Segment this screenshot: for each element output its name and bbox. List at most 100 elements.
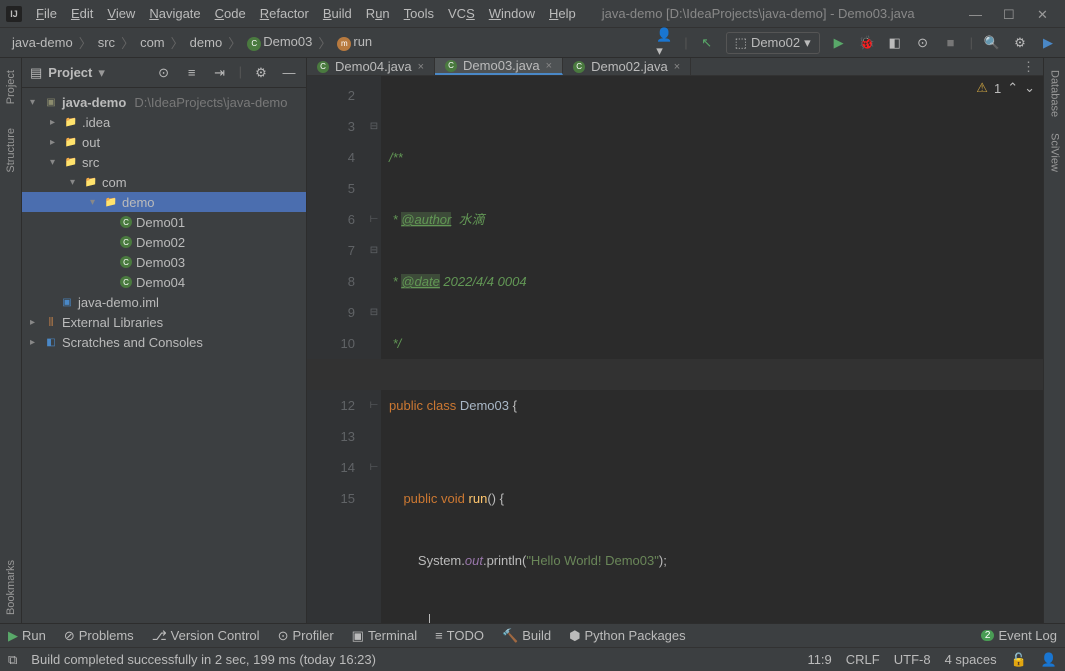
add-user-icon[interactable]: 👤▾ [656,34,674,52]
tab-demo04[interactable]: CDemo04.java× [307,58,435,75]
warning-count: 1 [994,81,1001,96]
tool-build[interactable]: 🔨Build [502,628,551,644]
warning-icon: ⚠ [976,80,988,96]
menu-tools[interactable]: Tools [398,4,440,23]
tool-terminal[interactable]: ▣Terminal [352,628,417,644]
close-icon[interactable]: ✕ [1037,7,1051,21]
run-config-selector[interactable]: ⬚ Demo02 ▾ [726,32,820,54]
status-encoding[interactable]: UTF-8 [894,652,931,667]
rail-bookmarks[interactable]: Bookmarks [5,552,17,623]
rail-project[interactable]: Project [5,62,17,112]
menu-window[interactable]: Window [483,4,541,23]
tab-close-icon[interactable]: × [418,61,424,73]
menu-navigate[interactable]: Navigate [143,4,206,23]
menu-vcs[interactable]: VCS [442,4,481,23]
tree-com[interactable]: ▾📁com [22,172,306,192]
tree-src[interactable]: ▾📁src [22,152,306,172]
titlebar: IJ File Edit View Navigate Code Refactor… [0,0,1065,28]
run-config-icon: ⬚ [735,35,747,51]
learn-icon[interactable]: ▶ [1039,34,1057,52]
project-tree: ▾▣java-demoD:\IdeaProjects\java-demo ▸📁.… [22,88,306,623]
tree-iml[interactable]: ▣java-demo.iml [22,292,306,312]
tree-out[interactable]: ▸📁out [22,132,306,152]
status-eol[interactable]: CRLF [846,652,880,667]
menu-help[interactable]: Help [543,4,582,23]
menu-code[interactable]: Code [209,4,252,23]
run-config-label: Demo02 [751,35,800,50]
tree-idea[interactable]: ▸📁.idea [22,112,306,132]
collapse-all-icon[interactable]: ⇥ [211,64,229,82]
tab-close-icon[interactable]: × [546,60,552,72]
minimize-icon[interactable]: — [969,7,983,21]
tab-demo03[interactable]: CDemo03.java× [435,58,563,75]
crumb-demo[interactable]: demo [186,33,227,52]
select-file-icon[interactable]: ⊙ [155,64,173,82]
chevron-down-icon[interactable]: ⌄ [1024,80,1035,96]
maximize-icon[interactable]: ☐ [1003,7,1017,21]
sidebar-title[interactable]: Project [48,65,92,80]
code-content[interactable]: /** * @author 水滴 * @date 2022/4/4 0004 *… [381,76,1043,623]
hide-icon[interactable]: — [280,64,298,82]
coverage-icon[interactable]: ◧ [886,34,904,52]
chevron-down-icon: ▾ [804,35,811,51]
build-icon[interactable]: ↖ [698,34,716,52]
project-sidebar: ▤ Project ▾ ⊙ ≡ ⇥ | ⚙ — ▾▣java-demoD:\Id… [22,58,307,623]
crumb-class[interactable]: CDemo03 [243,32,316,53]
code-editor[interactable]: 23456789101112131415 ⊟⊢⊟⊟⊢⊢ /** * @autho… [307,76,1043,623]
settings-icon[interactable]: ⚙ [1011,34,1029,52]
tree-file-demo04[interactable]: CDemo04 [22,272,306,292]
tool-python[interactable]: ⬢Python Packages [569,628,686,644]
inspector-icon[interactable]: 👤 [1041,652,1057,668]
tree-root[interactable]: ▾▣java-demoD:\IdeaProjects\java-demo [22,92,306,112]
tree-external-libs[interactable]: ▸⫼External Libraries [22,312,306,332]
tool-run[interactable]: ▶Run [8,628,46,644]
tool-problems[interactable]: ⊘Problems [64,628,134,644]
menu-run[interactable]: Run [360,4,396,23]
status-toggle-icon[interactable]: ⧉ [8,652,17,668]
search-icon[interactable]: 🔍 [983,34,1001,52]
menu-build[interactable]: Build [317,4,358,23]
tree-file-demo02[interactable]: CDemo02 [22,232,306,252]
expand-all-icon[interactable]: ≡ [183,64,201,82]
crumb-src[interactable]: src [94,33,119,52]
breadcrumb: java-demo〉 src〉 com〉 demo〉 CDemo03〉 mrun [8,32,376,53]
menu-edit[interactable]: Edit [65,4,99,23]
tree-file-demo01[interactable]: CDemo01 [22,212,306,232]
crumb-project[interactable]: java-demo [8,33,77,52]
rail-database[interactable]: Database [1049,62,1061,125]
stop-icon[interactable]: ■ [942,34,960,52]
left-tool-rail: Project Structure Bookmarks [0,58,22,623]
rail-structure[interactable]: Structure [5,120,17,181]
crumb-method[interactable]: mrun [333,32,376,53]
debug-icon[interactable]: 🐞 [858,34,876,52]
lock-icon[interactable]: 🔓 [1011,652,1027,668]
window-title: java-demo [D:\IdeaProjects\java-demo] - … [602,6,915,21]
editor-area: CDemo04.java× CDemo03.java× CDemo02.java… [307,58,1043,623]
tool-profiler[interactable]: ⊙Profiler [278,628,334,644]
menu-file[interactable]: File [30,4,63,23]
crumb-com[interactable]: com [136,33,169,52]
gear-icon[interactable]: ⚙ [252,64,270,82]
tree-scratches[interactable]: ▸◧Scratches and Consoles [22,332,306,352]
tab-demo02[interactable]: CDemo02.java× [563,58,691,75]
tree-demo[interactable]: ▾📁demo [22,192,306,212]
chevron-up-icon[interactable]: ⌃ [1007,80,1018,96]
tool-vcs[interactable]: ⎇Version Control [152,628,260,644]
app-logo-icon: IJ [6,6,22,22]
editor-inspection-status[interactable]: ⚠ 1 ⌃ ⌄ [976,80,1035,96]
tree-file-demo03[interactable]: CDemo03 [22,252,306,272]
fold-column[interactable]: ⊟⊢⊟⊟⊢⊢ [367,76,381,623]
menu-view[interactable]: View [101,4,141,23]
chevron-down-icon[interactable]: ▾ [98,65,105,81]
tab-close-icon[interactable]: × [674,61,680,73]
status-caret-pos[interactable]: 11:9 [807,652,831,667]
tool-eventlog[interactable]: 2Event Log [981,628,1057,643]
tool-todo[interactable]: ≡TODO [435,628,484,643]
rail-sciview[interactable]: SciView [1049,125,1061,180]
tabs-menu-icon[interactable]: ⋮ [1014,58,1043,75]
status-indent[interactable]: 4 spaces [945,652,997,667]
editor-tabs: CDemo04.java× CDemo03.java× CDemo02.java… [307,58,1043,76]
profile-icon[interactable]: ⊙ [914,34,932,52]
menu-refactor[interactable]: Refactor [254,4,315,23]
run-icon[interactable]: ▶ [830,34,848,52]
